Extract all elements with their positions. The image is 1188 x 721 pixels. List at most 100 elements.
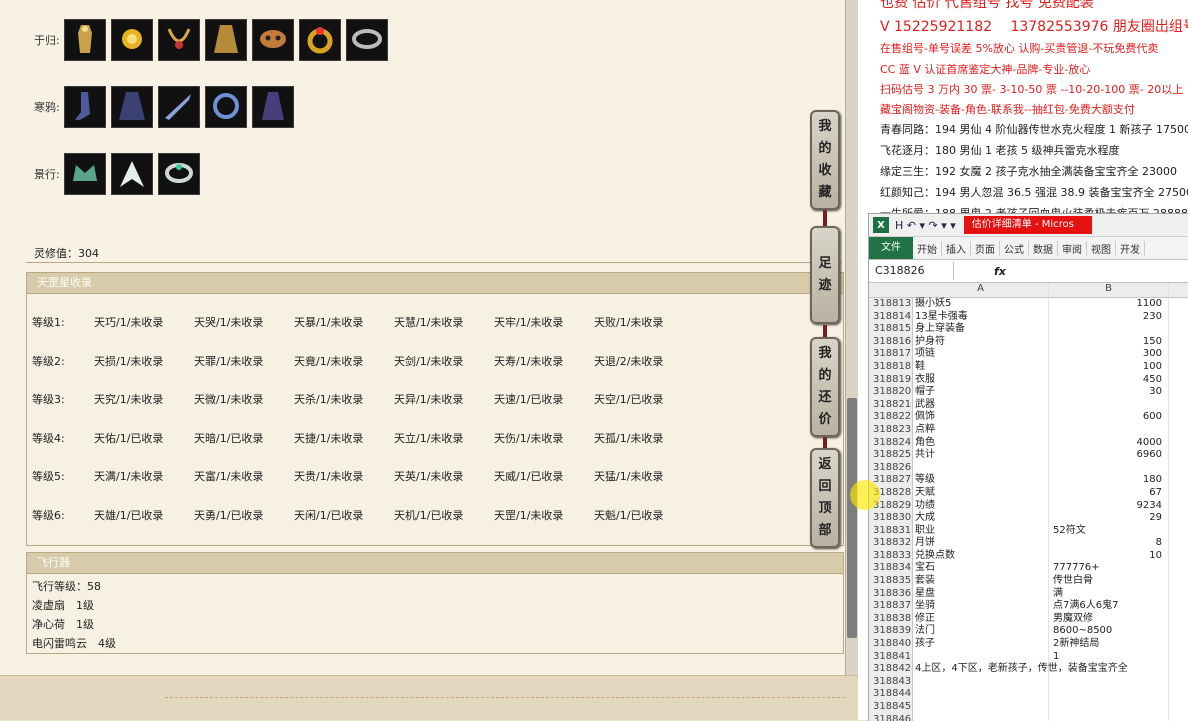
cell-b[interactable]: 点7满6人6鬼7 — [1049, 600, 1169, 613]
cell-b[interactable]: 450 — [1049, 373, 1169, 387]
ribbon-tab[interactable]: 开发 — [1116, 240, 1145, 256]
row-header[interactable]: 318813 — [869, 298, 913, 311]
equipment-slot[interactable] — [64, 86, 106, 128]
cell-b[interactable]: 67 — [1049, 486, 1169, 500]
cell-b[interactable]: 2新神结局 — [1049, 638, 1169, 651]
cell-b[interactable]: 180 — [1049, 474, 1169, 487]
row-header[interactable]: 318818 — [869, 360, 913, 374]
row-header[interactable]: 318821 — [869, 398, 913, 412]
cell-b[interactable]: 52符文 — [1049, 524, 1169, 538]
cell-a[interactable]: 佩饰 — [913, 411, 1049, 424]
row-header[interactable]: 318843 — [869, 675, 913, 689]
cell-b[interactable] — [1049, 423, 1169, 437]
row-header[interactable]: 318822 — [869, 411, 913, 424]
cell-b[interactable] — [1049, 701, 1169, 714]
cell-a[interactable] — [913, 688, 1049, 701]
cell-b[interactable]: 8600~8500 — [1049, 625, 1169, 639]
equipment-slot[interactable] — [64, 153, 106, 195]
cell-b[interactable] — [1049, 663, 1169, 676]
cell-a[interactable]: 星盘 — [913, 587, 1049, 601]
ribbon-tab[interactable]: 公式 — [1000, 240, 1029, 256]
cell-a[interactable]: 鞋 — [913, 360, 1049, 374]
row-header[interactable]: 318835 — [869, 575, 913, 588]
equipment-slot[interactable] — [252, 86, 294, 128]
cell-b[interactable]: 4000 — [1049, 436, 1169, 450]
cell-b[interactable]: 9234 — [1049, 499, 1169, 513]
cell-a[interactable]: 孩子 — [913, 638, 1049, 651]
row-header[interactable]: 318837 — [869, 600, 913, 613]
row-header[interactable]: 318842 — [869, 663, 913, 676]
cell-a[interactable]: 共计 — [913, 449, 1049, 462]
cell-b[interactable]: 30 — [1049, 386, 1169, 399]
cell-b[interactable]: 传世白骨 — [1049, 575, 1169, 588]
cell-a[interactable]: 等级 — [913, 474, 1049, 487]
equipment-slot[interactable] — [111, 19, 153, 61]
my-favorites-button[interactable]: 我的收藏 — [810, 110, 840, 210]
row-header[interactable]: 318838 — [869, 612, 913, 626]
ribbon-tab[interactable]: 插入 — [942, 240, 971, 256]
cell-b[interactable] — [1049, 398, 1169, 412]
cell-b[interactable]: 1100 — [1049, 298, 1169, 311]
row-header[interactable]: 318820 — [869, 386, 913, 399]
row-header[interactable]: 318826 — [869, 461, 913, 475]
cell-a[interactable]: 功绩 — [913, 499, 1049, 513]
row-header[interactable]: 318817 — [869, 348, 913, 361]
row-header[interactable]: 318831 — [869, 524, 913, 538]
cell-b[interactable]: 男魔双修 — [1049, 612, 1169, 626]
cell-a[interactable]: 护身符 — [913, 335, 1049, 349]
cell-a[interactable]: 角色 — [913, 436, 1049, 450]
cell-b[interactable]: 600 — [1049, 411, 1169, 424]
cell-a[interactable]: 摄小妖5 — [913, 298, 1049, 311]
cell-a[interactable]: 职业 — [913, 524, 1049, 538]
row-header[interactable]: 318841 — [869, 650, 913, 664]
cell-a[interactable]: 大成 — [913, 512, 1049, 525]
row-header[interactable]: 318819 — [869, 373, 913, 387]
col-header-b[interactable]: B — [1049, 283, 1169, 297]
back-to-top-button[interactable]: 返回顶部 — [810, 448, 840, 548]
cell-a[interactable] — [913, 461, 1049, 475]
row-header[interactable]: 318840 — [869, 638, 913, 651]
cell-a[interactable]: 武器 — [913, 398, 1049, 412]
cell-b[interactable]: 29 — [1049, 512, 1169, 525]
equipment-slot[interactable] — [158, 19, 200, 61]
ribbon-tab[interactable]: 数据 — [1029, 240, 1058, 256]
row-header[interactable]: 318836 — [869, 587, 913, 601]
cell-a[interactable]: 点粹 — [913, 423, 1049, 437]
cell-b[interactable] — [1049, 461, 1169, 475]
equipment-slot[interactable] — [346, 19, 388, 61]
row-header[interactable]: 318814 — [869, 310, 913, 324]
fx-icon[interactable]: fx — [994, 265, 1006, 278]
cell-b[interactable] — [1049, 323, 1169, 336]
cell-a[interactable] — [913, 701, 1049, 714]
equipment-slot[interactable] — [158, 86, 200, 128]
row-header[interactable]: 318833 — [869, 549, 913, 563]
row-header[interactable]: 318816 — [869, 335, 913, 349]
row-header[interactable]: 318815 — [869, 323, 913, 336]
cell-a[interactable]: 衣服 — [913, 373, 1049, 387]
equipment-slot[interactable] — [205, 86, 247, 128]
scrollbar-thumb[interactable] — [847, 398, 857, 638]
cell-a[interactable]: 宝石 — [913, 562, 1049, 576]
cell-a[interactable]: 4上区，4下区，老新孩子，传世，装备宝宝齐全 — [913, 663, 1128, 676]
cell-a[interactable]: 修正 — [913, 612, 1049, 626]
quick-access-toolbar[interactable]: H ↶ ▾ ↷ ▾ ▾ — [895, 219, 956, 232]
row-header[interactable]: 318823 — [869, 423, 913, 437]
cell-a[interactable]: 身上穿装备 — [913, 323, 1049, 336]
equipment-slot[interactable] — [299, 19, 341, 61]
tab-file[interactable]: 文件 — [869, 237, 913, 259]
cell-a[interactable]: 坐骑 — [913, 600, 1049, 613]
equipment-slot[interactable] — [205, 19, 247, 61]
cell-b[interactable]: 10 — [1049, 549, 1169, 563]
cell-a[interactable]: 兑换点数 — [913, 549, 1049, 563]
cell-b[interactable]: 6960 — [1049, 449, 1169, 462]
row-header[interactable]: 318830 — [869, 512, 913, 525]
cell-b[interactable] — [1049, 675, 1169, 689]
row-header[interactable]: 318825 — [869, 449, 913, 462]
row-header[interactable]: 318844 — [869, 688, 913, 701]
cell-a[interactable] — [913, 675, 1049, 689]
equipment-slot[interactable] — [158, 153, 200, 195]
row-header[interactable]: 318845 — [869, 701, 913, 714]
cell-a[interactable]: 帽子 — [913, 386, 1049, 399]
cell-b[interactable]: 230 — [1049, 310, 1169, 324]
cell-a[interactable]: 项链 — [913, 348, 1049, 361]
